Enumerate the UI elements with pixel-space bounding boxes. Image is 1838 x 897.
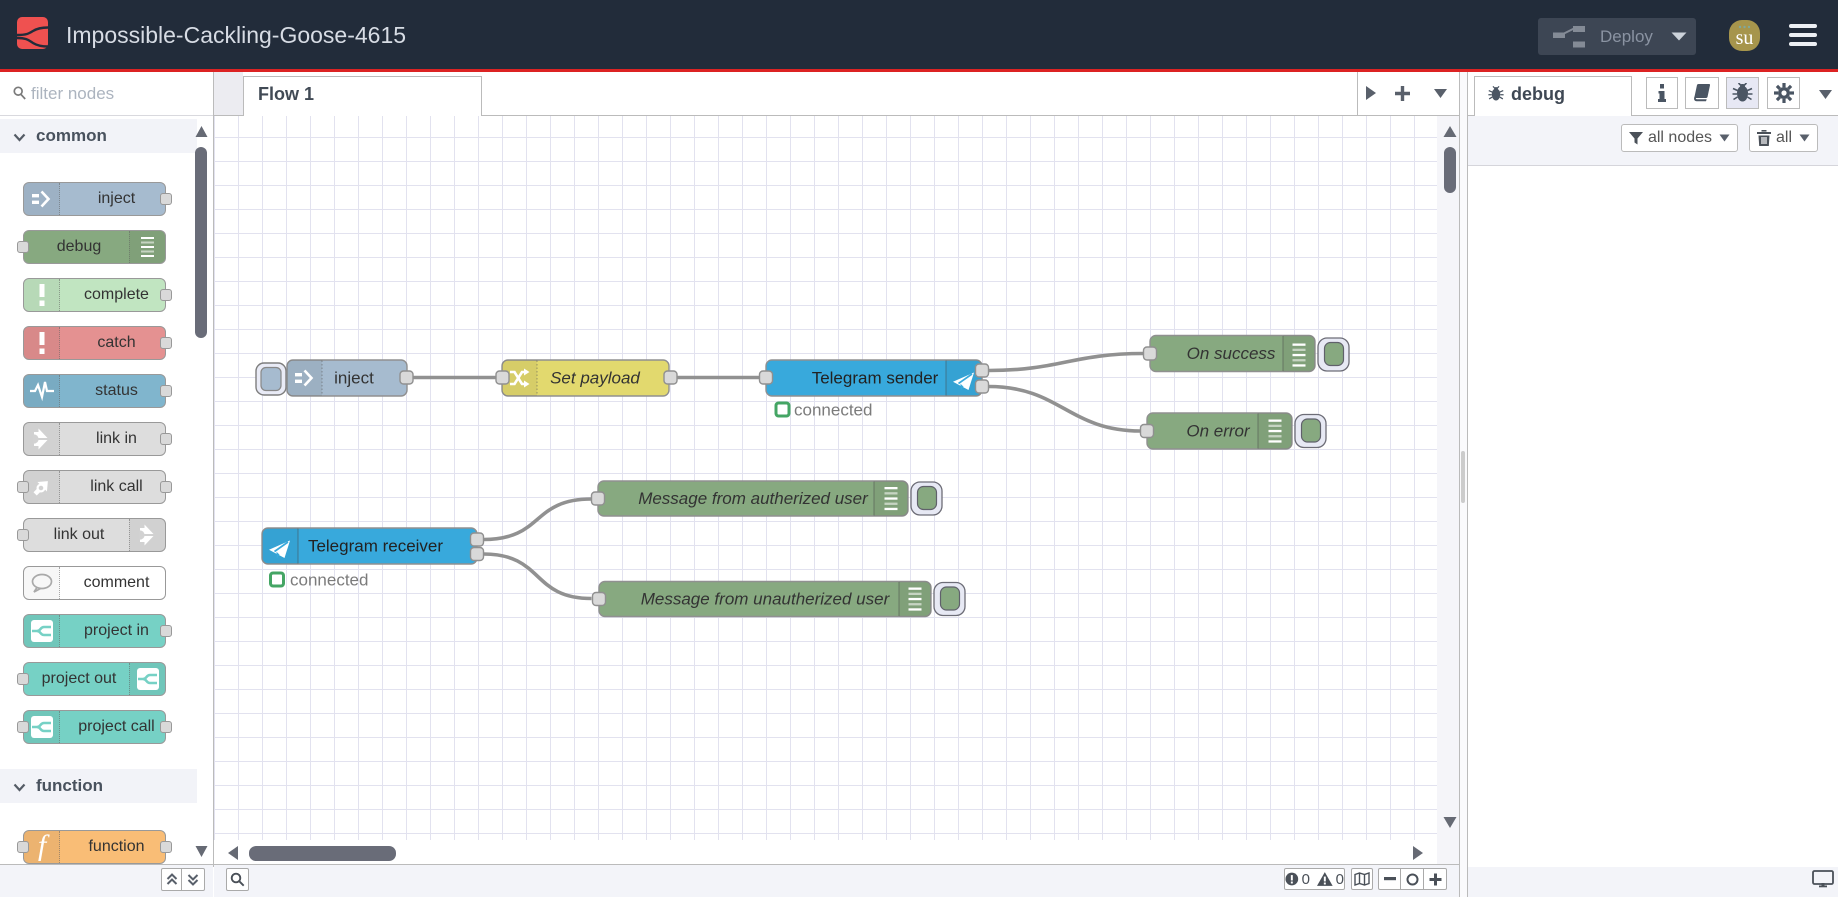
- svg-text:Telegram receiver: Telegram receiver: [308, 537, 443, 556]
- svg-text:On success: On success: [1187, 344, 1276, 363]
- svg-text:Message from autherized user: Message from autherized user: [638, 489, 869, 508]
- svg-text:Set payload: Set payload: [550, 369, 640, 388]
- svg-text:inject: inject: [334, 369, 374, 388]
- svg-text:connected: connected: [290, 571, 368, 590]
- svg-text:f: f: [37, 833, 49, 861]
- svg-text:connected: connected: [794, 401, 872, 420]
- svg-text:Message from unautherized user: Message from unautherized user: [641, 590, 891, 609]
- svg-text:Telegram sender: Telegram sender: [812, 369, 939, 388]
- svg-text:On error: On error: [1186, 422, 1251, 441]
